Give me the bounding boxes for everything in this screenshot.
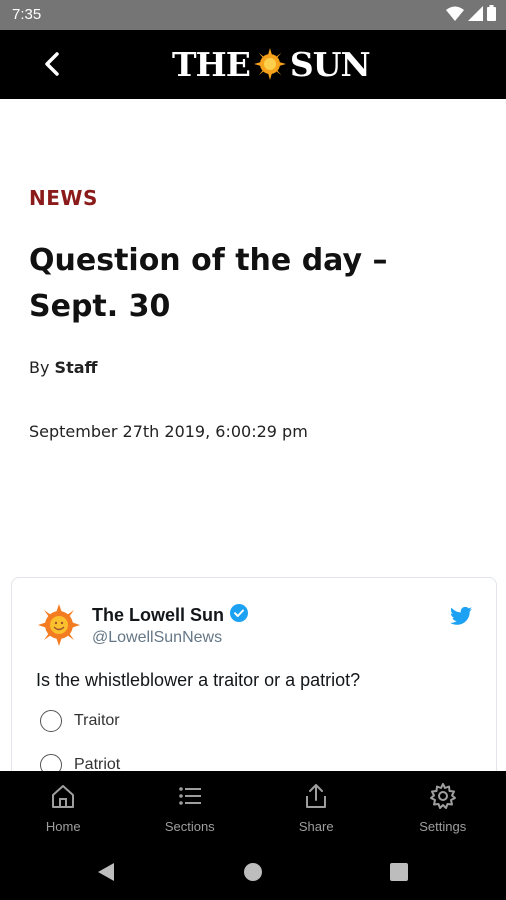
nav-item-share[interactable]: Share	[253, 771, 380, 843]
nav-label-share: Share	[298, 819, 334, 834]
logo-text-sun: SUN	[289, 44, 371, 84]
gear-icon	[428, 781, 458, 811]
status-icons	[446, 5, 496, 25]
the-sun-logo: THE SUN	[172, 44, 371, 84]
tweet-text: Is the whistleblower a traitor or a patr…	[36, 670, 361, 690]
poll-option-traitor[interactable]: Traitor	[40, 710, 120, 732]
byline: By Staff	[29, 358, 97, 377]
back-button[interactable]	[36, 50, 68, 82]
byline-prefix: By	[29, 358, 50, 377]
app-header: THE SUN	[0, 30, 506, 99]
tweet-handle[interactable]: @LowellSunNews	[92, 629, 222, 647]
home-icon	[48, 781, 78, 811]
tweet-author-name[interactable]: The Lowell Sun	[92, 604, 249, 627]
signal-icon	[468, 5, 483, 25]
twitter-bird-icon[interactable]	[450, 606, 472, 626]
nav-label-sections: Sections	[164, 819, 215, 834]
radio-button[interactable]	[40, 710, 62, 732]
publish-date: September 27th 2019, 6:00:29 pm	[29, 422, 308, 441]
system-home-icon[interactable]	[241, 860, 265, 884]
chevron-left-icon	[44, 52, 60, 80]
poll-option-label: Traitor	[74, 712, 120, 729]
system-nav-bar	[0, 843, 506, 900]
bottom-nav: Home Sections Share Settings	[0, 771, 506, 843]
nav-item-home[interactable]: Home	[0, 771, 127, 843]
nav-item-settings[interactable]: Settings	[380, 771, 506, 843]
article-headline: Question of the day – Sept. 30	[29, 243, 388, 324]
wifi-icon	[446, 6, 464, 25]
avatar[interactable]	[38, 604, 80, 646]
status-time: 7:35	[12, 6, 42, 23]
embedded-tweet[interactable]: The Lowell Sun @LowellSunNews Is the whi…	[11, 577, 497, 797]
sun-logo-icon	[253, 48, 286, 80]
system-back-icon[interactable]	[94, 860, 118, 884]
verified-badge-icon	[230, 604, 249, 627]
share-icon	[301, 781, 331, 811]
system-recents-icon[interactable]	[387, 860, 411, 884]
nav-item-sections[interactable]: Sections	[127, 771, 254, 843]
status-bar: 7:35	[0, 0, 506, 30]
author-name: Staff	[54, 358, 98, 377]
section-label[interactable]: NEWS	[29, 186, 98, 210]
nav-label-home: Home	[45, 819, 81, 834]
battery-icon	[487, 5, 496, 25]
list-icon	[175, 781, 205, 811]
logo-text-the: THE	[172, 44, 251, 84]
nav-label-settings: Settings	[419, 819, 467, 834]
tweet-name-text: The Lowell Sun	[92, 605, 225, 625]
